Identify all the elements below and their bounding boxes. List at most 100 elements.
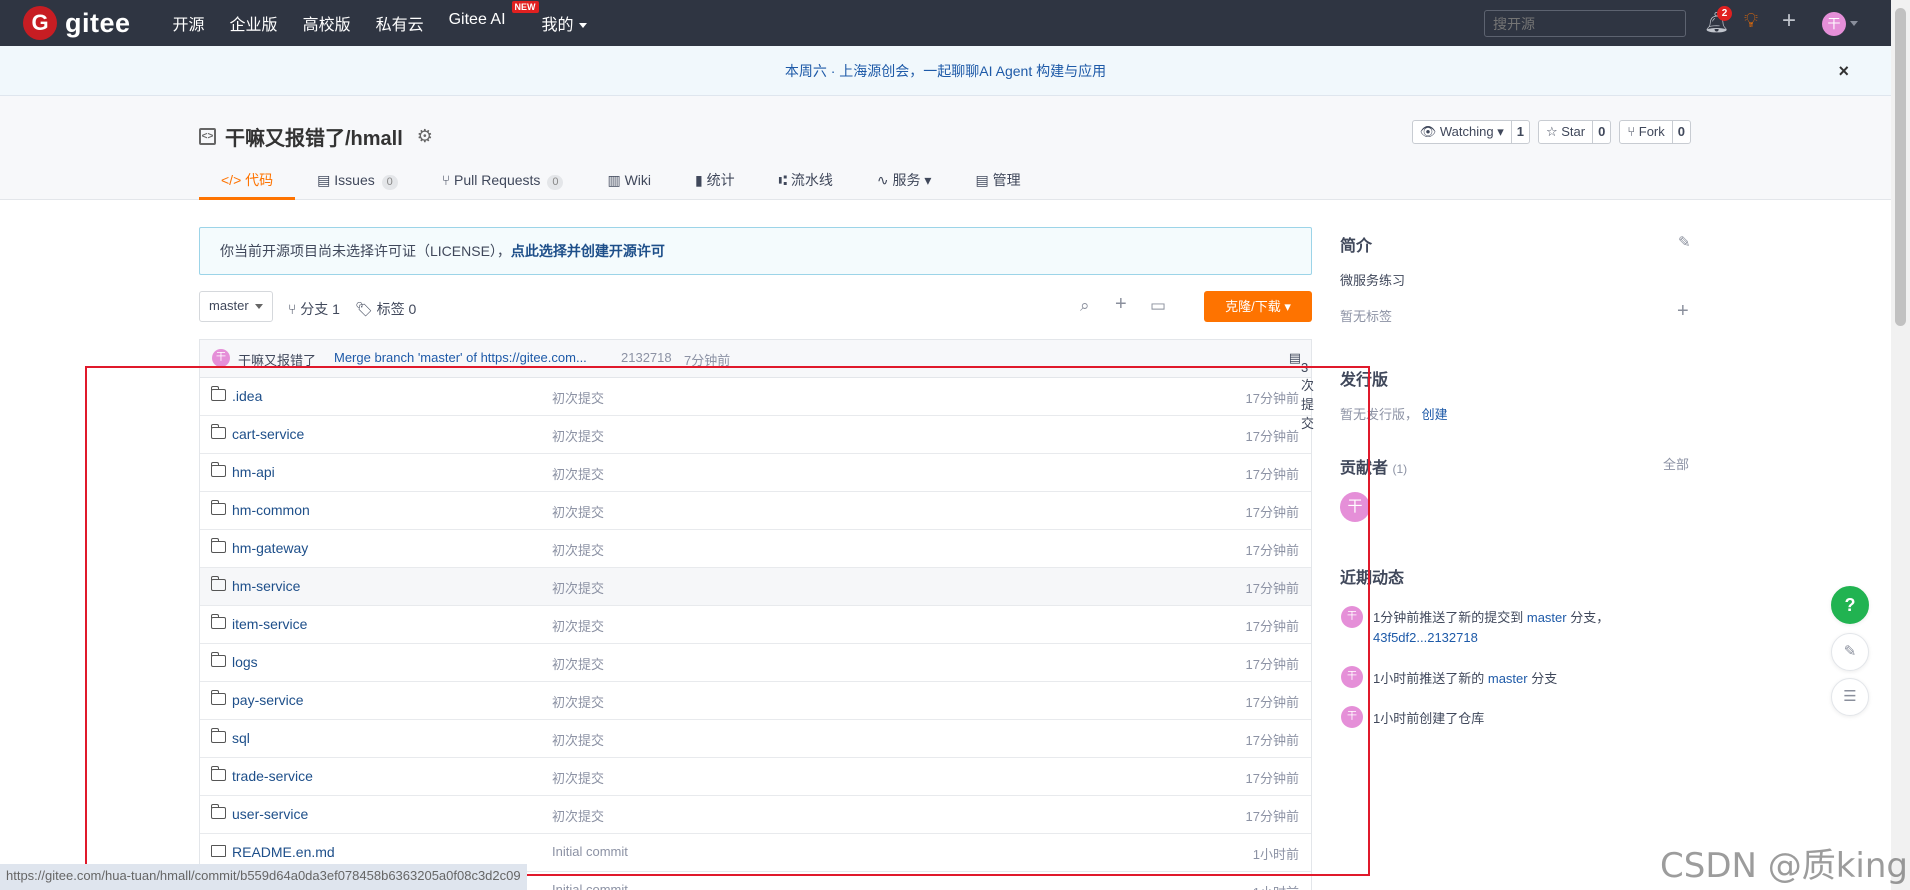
file-commit-message[interactable]: 初次提交 bbox=[552, 502, 604, 521]
certificate-icon[interactable]: ⚙︎ bbox=[417, 126, 433, 147]
file-row[interactable]: user-service 初次提交 17分钟前 bbox=[200, 796, 1311, 834]
avatar[interactable]: 干 bbox=[1341, 706, 1363, 728]
chevron-down-icon[interactable] bbox=[1850, 21, 1858, 26]
file-name[interactable]: user-service bbox=[232, 806, 308, 822]
watch-button[interactable]: 👁︎ Watching ▾ 1 bbox=[1411, 120, 1530, 144]
tab-stats[interactable]: ▮ 统计 bbox=[673, 162, 757, 200]
file-commit-message[interactable]: 初次提交 bbox=[552, 540, 604, 559]
file-name[interactable]: trade-service bbox=[232, 768, 313, 784]
lightbulb-icon[interactable]: 💡︎ bbox=[1744, 10, 1758, 33]
file-name[interactable]: logs bbox=[232, 654, 258, 670]
file-row[interactable]: logs 初次提交 17分钟前 bbox=[200, 644, 1311, 682]
file-row[interactable]: hm-api 初次提交 17分钟前 bbox=[200, 454, 1311, 492]
tab-pull-requests[interactable]: ⑂ Pull Requests 0 bbox=[420, 162, 586, 200]
avatar[interactable]: 干 bbox=[212, 349, 230, 367]
file-name[interactable]: pay-service bbox=[232, 692, 304, 708]
watch-label: 👁︎ Watching ▾ bbox=[1419, 124, 1504, 139]
file-commit-message[interactable]: 初次提交 bbox=[552, 730, 604, 749]
commit-hash[interactable]: 2132718 bbox=[621, 350, 672, 365]
search-icon[interactable]: ⌕ bbox=[1080, 296, 1090, 316]
nav-gitee-ai[interactable]: Gitee AI NEW bbox=[449, 1, 539, 35]
help-button[interactable]: ? bbox=[1831, 586, 1869, 624]
repo-name[interactable]: 干嘛又报错了/hmall bbox=[225, 122, 403, 151]
contributor-avatar[interactable]: 干 bbox=[1340, 492, 1370, 522]
close-icon[interactable]: × bbox=[1838, 46, 1849, 96]
file-name[interactable]: hm-common bbox=[232, 502, 310, 518]
file-name[interactable]: hm-service bbox=[232, 578, 300, 594]
plus-icon[interactable]: + bbox=[1782, 7, 1796, 35]
gitee-logo[interactable]: G gitee bbox=[23, 6, 131, 40]
tab-issues[interactable]: ▤ Issues 0 bbox=[295, 162, 420, 200]
file-commit-message[interactable]: 初次提交 bbox=[552, 806, 604, 825]
branches-link[interactable]: ⑂ 分支 1 bbox=[288, 299, 340, 319]
tab-wiki[interactable]: ▥ Wiki bbox=[585, 162, 673, 200]
branch-select[interactable]: master bbox=[199, 291, 273, 322]
feedback-icon[interactable]: ✎ bbox=[1831, 633, 1869, 671]
tab-services[interactable]: ∿ 服务 ▾ bbox=[855, 162, 954, 200]
file-row[interactable]: sql 初次提交 17分钟前 bbox=[200, 720, 1311, 758]
folder-icon bbox=[210, 614, 226, 629]
tab-manage[interactable]: ▤ 管理 bbox=[953, 162, 1042, 200]
nav-mine-dropdown[interactable]: 我的 bbox=[542, 11, 587, 35]
announcement-text[interactable]: 本周六 · 上海源创会，一起聊聊AI Agent 构建与应用 bbox=[785, 63, 1106, 79]
file-name[interactable]: .idea bbox=[232, 388, 262, 404]
star-label: ☆ Star bbox=[1545, 124, 1586, 139]
file-name[interactable]: hm-gateway bbox=[232, 540, 308, 556]
avatar[interactable]: 干 bbox=[1341, 606, 1363, 628]
commit-message[interactable]: Merge branch 'master' of https://gitee.c… bbox=[334, 350, 587, 365]
file-commit-message[interactable]: 初次提交 bbox=[552, 616, 604, 635]
code-icon: <> bbox=[199, 128, 216, 145]
file-row[interactable]: hm-common 初次提交 17分钟前 bbox=[200, 492, 1311, 530]
nav-private-cloud[interactable]: 私有云 bbox=[376, 11, 424, 35]
file-commit-message[interactable]: Initial commit bbox=[552, 844, 628, 859]
file-commit-message[interactable]: 初次提交 bbox=[552, 768, 604, 787]
clone-download-button[interactable]: 克隆/下载 ▾ bbox=[1204, 291, 1312, 322]
commit-count[interactable]: ▤ 3 次提交 bbox=[1289, 350, 1314, 431]
search-input[interactable] bbox=[1484, 10, 1686, 37]
file-name[interactable]: sql bbox=[232, 730, 250, 746]
contributors-all-link[interactable]: 全部 bbox=[1663, 454, 1689, 473]
file-commit-message[interactable]: Initial commit bbox=[552, 882, 628, 890]
file-time: 17分钟前 bbox=[1245, 467, 1299, 482]
file-row[interactable]: trade-service 初次提交 17分钟前 bbox=[200, 758, 1311, 796]
file-name[interactable]: README.en.md bbox=[232, 844, 335, 860]
add-file-icon[interactable]: + bbox=[1115, 293, 1127, 316]
file-commit-message[interactable]: 初次提交 bbox=[552, 654, 604, 673]
file-row[interactable]: cart-service 初次提交 17分钟前 bbox=[200, 416, 1311, 454]
user-avatar[interactable]: 干 bbox=[1822, 12, 1846, 36]
file-commit-message[interactable]: 初次提交 bbox=[552, 426, 604, 445]
file-commit-message[interactable]: 初次提交 bbox=[552, 388, 604, 407]
commit-author[interactable]: 干嘛又报错了 bbox=[238, 350, 316, 369]
create-license-link[interactable]: 点此选择并创建开源许可 bbox=[511, 243, 665, 259]
file-row[interactable]: item-service 初次提交 17分钟前 bbox=[200, 606, 1311, 644]
avatar[interactable]: 干 bbox=[1341, 666, 1363, 688]
file-commit-message[interactable]: 初次提交 bbox=[552, 464, 604, 483]
fork-button[interactable]: ⑂ Fork 0 bbox=[1619, 120, 1691, 144]
edit-icon[interactable]: ✎ bbox=[1678, 233, 1691, 251]
file-row[interactable]: hm-gateway 初次提交 17分钟前 bbox=[200, 530, 1311, 568]
chat-icon[interactable]: ☰ bbox=[1831, 678, 1869, 716]
file-row[interactable]: hm-service 初次提交 17分钟前 bbox=[200, 568, 1311, 606]
file-row[interactable]: .idea 初次提交 17分钟前 bbox=[200, 378, 1311, 416]
file-name[interactable]: hm-api bbox=[232, 464, 275, 480]
scrollbar-thumb[interactable] bbox=[1895, 8, 1906, 326]
star-button[interactable]: ☆ Star 0 bbox=[1537, 120, 1612, 144]
web-ide-icon[interactable]: ▭ bbox=[1150, 296, 1166, 316]
intro-title: 简介 bbox=[1340, 238, 1373, 255]
file-name[interactable]: cart-service bbox=[232, 426, 304, 442]
tags-link[interactable]: 🏷︎ 标签 0 bbox=[355, 299, 416, 319]
add-tag-icon[interactable]: + bbox=[1677, 300, 1689, 323]
folder-icon bbox=[210, 804, 226, 819]
file-commit-message[interactable]: 初次提交 bbox=[552, 578, 604, 597]
file-row[interactable]: pay-service 初次提交 17分钟前 bbox=[200, 682, 1311, 720]
file-name[interactable]: item-service bbox=[232, 616, 307, 632]
file-commit-message[interactable]: 初次提交 bbox=[552, 692, 604, 711]
repo-title: <> 干嘛又报错了/hmall ⚙︎ bbox=[199, 122, 433, 151]
tab-pipeline[interactable]: ⑆ 流水线 bbox=[757, 162, 855, 200]
tab-code[interactable]: </> 代码 bbox=[199, 162, 296, 200]
page-scrollbar[interactable] bbox=[1891, 0, 1910, 890]
nav-enterprise[interactable]: 企业版 bbox=[230, 11, 278, 35]
nav-education[interactable]: 高校版 bbox=[303, 11, 351, 35]
nav-open-source[interactable]: 开源 bbox=[173, 11, 205, 35]
create-release-link[interactable]: 创建 bbox=[1422, 407, 1448, 422]
